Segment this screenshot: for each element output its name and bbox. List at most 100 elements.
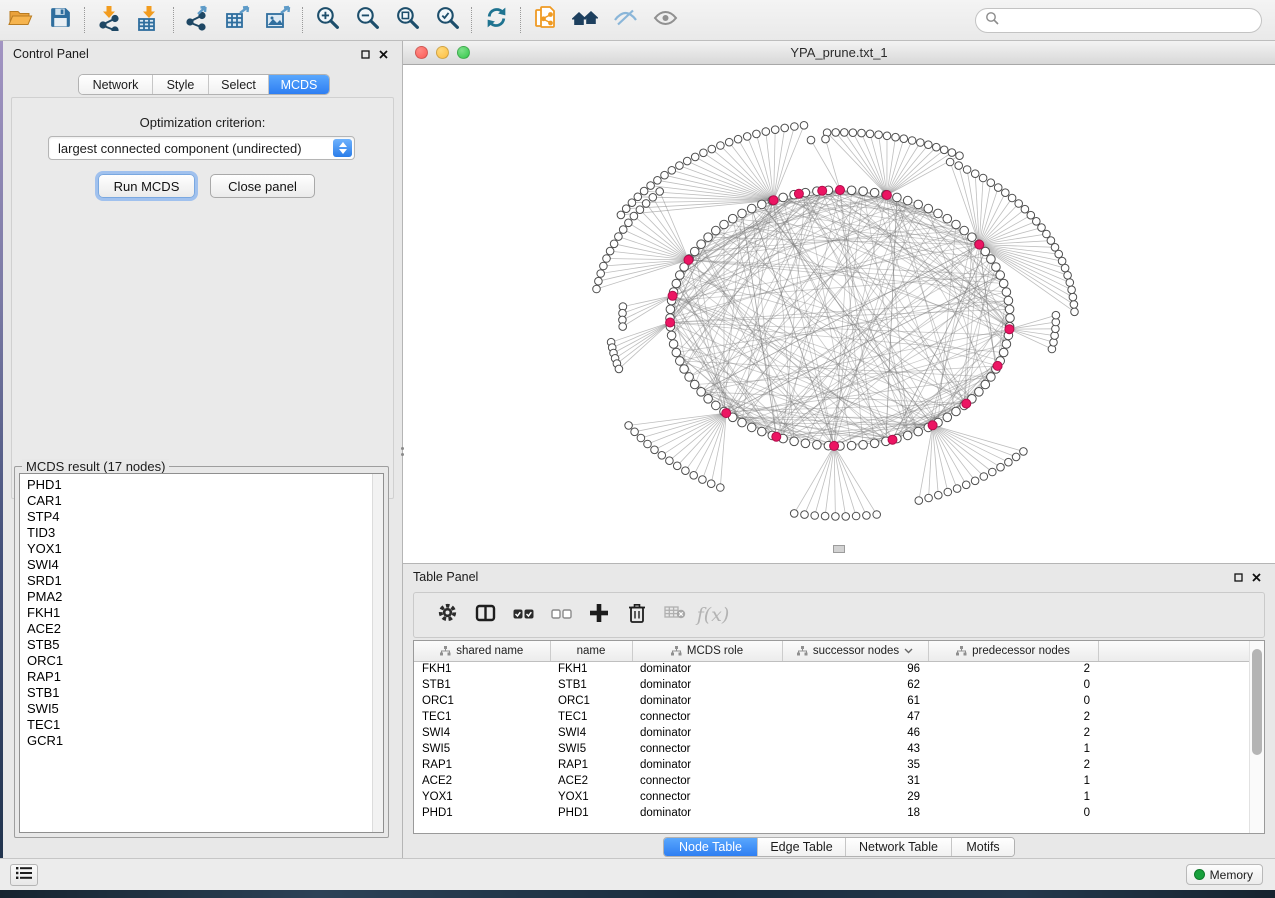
network-window-titlebar[interactable]: YPA_prune.txt_1 xyxy=(403,41,1275,65)
table-cell[interactable]: connector xyxy=(632,741,782,757)
add-column-button[interactable] xyxy=(580,596,618,634)
table-cell[interactable]: 29 xyxy=(782,789,928,805)
mcds-result-item[interactable]: RAP1 xyxy=(27,669,383,685)
mcds-result-item[interactable]: SWI4 xyxy=(27,557,383,573)
table-cell[interactable]: 31 xyxy=(782,773,928,789)
table-cell[interactable]: 18 xyxy=(782,805,928,821)
show-column-button[interactable] xyxy=(466,596,504,634)
column-header-mcds-role[interactable]: MCDS role xyxy=(632,641,782,661)
table-cell[interactable]: YOX1 xyxy=(414,789,550,805)
hide-selected-button[interactable] xyxy=(605,3,645,37)
table-cell[interactable]: dominator xyxy=(632,661,782,677)
task-history-button[interactable] xyxy=(10,864,38,886)
mcds-result-item[interactable]: STB1 xyxy=(27,685,383,701)
close-panel-button[interactable] xyxy=(1247,568,1265,586)
table-cell[interactable]: 0 xyxy=(928,805,1098,821)
refresh-button[interactable] xyxy=(476,3,516,37)
table-cell[interactable]: 62 xyxy=(782,677,928,693)
table-cell[interactable]: FKH1 xyxy=(414,661,550,677)
table-cell[interactable]: 96 xyxy=(782,661,928,677)
mcds-result-item[interactable]: ACE2 xyxy=(27,621,383,637)
canvas-resize-handle[interactable] xyxy=(833,545,845,553)
table-cell[interactable]: YOX1 xyxy=(550,789,632,805)
table-row[interactable]: ORC1ORC1dominator610 xyxy=(414,693,1250,709)
table-cell[interactable]: 2 xyxy=(928,709,1098,725)
table-cell[interactable]: dominator xyxy=(632,693,782,709)
table-cell[interactable]: 35 xyxy=(782,757,928,773)
mcds-result-item[interactable]: ORC1 xyxy=(27,653,383,669)
memory-button[interactable]: Memory xyxy=(1186,864,1263,885)
mcds-result-item[interactable]: PHD1 xyxy=(27,477,383,493)
table-cell[interactable]: 0 xyxy=(928,693,1098,709)
mcds-result-list[interactable]: PHD1CAR1STP4TID3YOX1SWI4SRD1PMA2FKH1ACE2… xyxy=(19,473,384,833)
delete-table-button[interactable] xyxy=(656,596,694,634)
function-builder-button[interactable]: f(x) xyxy=(694,596,732,634)
table-cell[interactable]: dominator xyxy=(632,805,782,821)
float-panel-button[interactable] xyxy=(1229,568,1247,586)
table-cell[interactable]: 1 xyxy=(928,773,1098,789)
table-row[interactable]: PHD1PHD1dominator180 xyxy=(414,805,1250,821)
table-cell[interactable]: 61 xyxy=(782,693,928,709)
network-graph-canvas[interactable] xyxy=(403,65,1274,561)
table-cell[interactable]: connector xyxy=(632,789,782,805)
open-session-button[interactable] xyxy=(0,3,40,37)
table-cell[interactable]: TEC1 xyxy=(550,709,632,725)
mcds-result-item[interactable]: TID3 xyxy=(27,525,383,541)
tab-mcds[interactable]: MCDS xyxy=(269,75,329,94)
mcds-result-item[interactable]: PMA2 xyxy=(27,589,383,605)
deselect-all-button[interactable] xyxy=(542,596,580,634)
table-cell[interactable]: FKH1 xyxy=(550,661,632,677)
table-cell[interactable]: dominator xyxy=(632,757,782,773)
delete-column-button[interactable] xyxy=(618,596,656,634)
first-neighbors-button[interactable] xyxy=(565,3,605,37)
tab-select[interactable]: Select xyxy=(209,75,269,94)
table-cell[interactable]: STB1 xyxy=(550,677,632,693)
table-row[interactable]: SWI5SWI5connector431 xyxy=(414,741,1250,757)
table-cell[interactable]: RAP1 xyxy=(550,757,632,773)
tab-motifs[interactable]: Motifs xyxy=(952,838,1014,856)
mcds-result-item[interactable]: CAR1 xyxy=(27,493,383,509)
node-table[interactable]: shared name name MCDS role successor nod… xyxy=(414,641,1250,821)
zoom-fit-button[interactable] xyxy=(387,3,427,37)
table-cell[interactable]: RAP1 xyxy=(414,757,550,773)
network-search-box[interactable] xyxy=(975,8,1262,33)
table-row[interactable]: STB1STB1dominator620 xyxy=(414,677,1250,693)
export-image-button[interactable] xyxy=(258,3,298,37)
export-network-button[interactable] xyxy=(178,3,218,37)
column-header-successor-nodes[interactable]: successor nodes xyxy=(782,641,928,661)
table-cell[interactable]: dominator xyxy=(632,725,782,741)
table-cell[interactable]: ACE2 xyxy=(414,773,550,789)
table-cell[interactable]: 2 xyxy=(928,661,1098,677)
show-all-button[interactable] xyxy=(645,3,685,37)
table-scrollbar[interactable] xyxy=(1249,641,1264,833)
table-cell[interactable]: SWI4 xyxy=(550,725,632,741)
select-all-button[interactable] xyxy=(504,596,542,634)
tab-network[interactable]: Network xyxy=(79,75,153,94)
table-cell[interactable]: PHD1 xyxy=(414,805,550,821)
tab-style[interactable]: Style xyxy=(153,75,209,94)
table-row[interactable]: RAP1RAP1dominator352 xyxy=(414,757,1250,773)
zoom-out-button[interactable] xyxy=(347,3,387,37)
table-cell[interactable]: 2 xyxy=(928,757,1098,773)
tab-node-table[interactable]: Node Table xyxy=(664,838,758,856)
table-cell[interactable]: 0 xyxy=(928,677,1098,693)
table-row[interactable]: TEC1TEC1connector472 xyxy=(414,709,1250,725)
optimization-criterion-select[interactable]: largest connected component (undirected) xyxy=(48,136,355,160)
splitter-handle[interactable] xyxy=(400,447,404,465)
mcds-result-item[interactable]: YOX1 xyxy=(27,541,383,557)
mcds-result-item[interactable]: SRD1 xyxy=(27,573,383,589)
table-cell[interactable]: TEC1 xyxy=(414,709,550,725)
table-cell[interactable]: SWI5 xyxy=(414,741,550,757)
table-cell[interactable]: 43 xyxy=(782,741,928,757)
tab-network-table[interactable]: Network Table xyxy=(846,838,952,856)
table-cell[interactable]: dominator xyxy=(632,677,782,693)
table-cell[interactable]: SWI4 xyxy=(414,725,550,741)
table-row[interactable]: SWI4SWI4dominator462 xyxy=(414,725,1250,741)
export-table-button[interactable] xyxy=(218,3,258,37)
mcds-result-item[interactable]: STB5 xyxy=(27,637,383,653)
table-cell[interactable]: 1 xyxy=(928,789,1098,805)
column-header-predecessor-nodes[interactable]: predecessor nodes xyxy=(928,641,1098,661)
scrollbar-thumb[interactable] xyxy=(1252,649,1262,755)
column-header-shared-name[interactable]: shared name xyxy=(414,641,550,661)
table-cell[interactable]: STB1 xyxy=(414,677,550,693)
